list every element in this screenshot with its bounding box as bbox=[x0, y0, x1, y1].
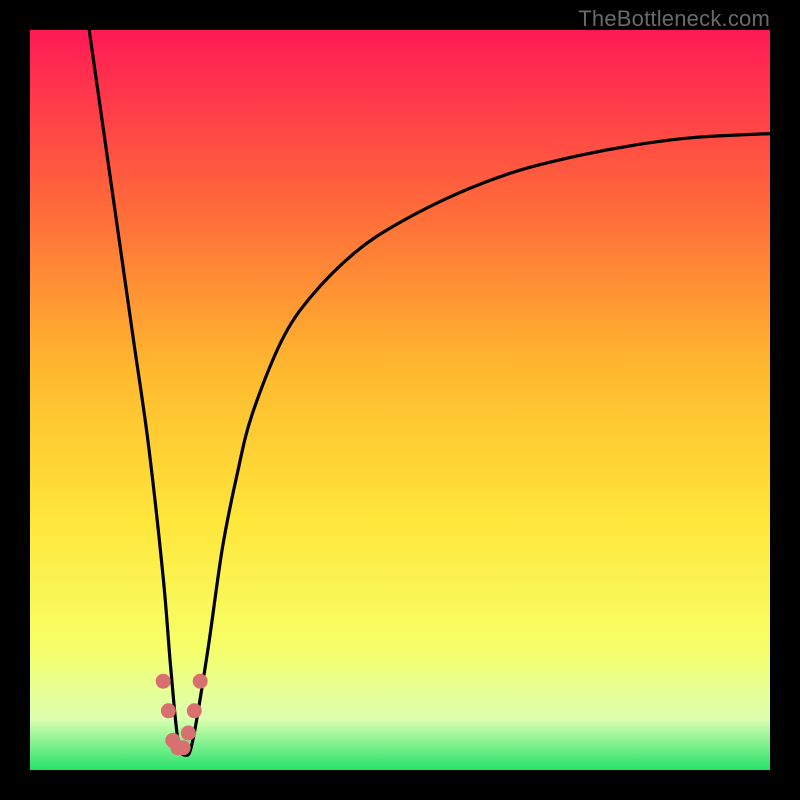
marker-dot bbox=[181, 726, 196, 741]
plot-area bbox=[30, 30, 770, 770]
marker-dot bbox=[156, 674, 171, 689]
marker-dot bbox=[193, 674, 208, 689]
marker-dot bbox=[161, 703, 176, 718]
marker-dot bbox=[187, 703, 202, 718]
watermark-text: TheBottleneck.com bbox=[578, 6, 770, 32]
marker-dot bbox=[176, 740, 191, 755]
outer-frame: TheBottleneck.com bbox=[0, 0, 800, 800]
chart-svg bbox=[30, 30, 770, 770]
